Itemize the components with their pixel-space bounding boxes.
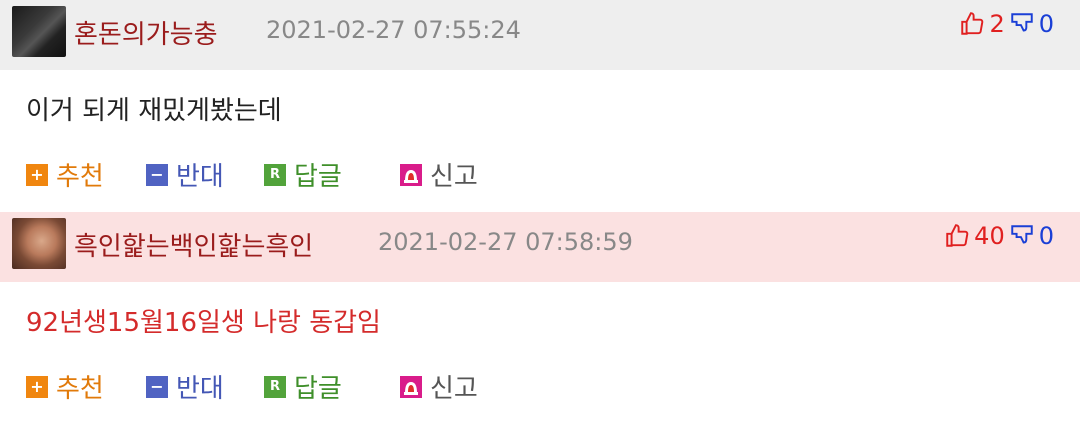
comment-text: 이거 되게 재밌게봤는데 xyxy=(26,96,282,126)
upvote[interactable]: 40 xyxy=(944,222,1005,250)
comment-body: 이거 되게 재밌게봤는데 xyxy=(0,70,1080,140)
plus-icon: + xyxy=(26,163,48,186)
comment-text: 92년생15월16일생 나랑 동갑임 xyxy=(26,308,381,338)
comment-date: 2021-02-27 07:58:59 xyxy=(378,228,633,256)
comment-date: 2021-02-27 07:55:24 xyxy=(266,16,521,44)
siren-icon xyxy=(400,375,422,398)
recommend-label: 추천 xyxy=(56,162,104,192)
reply-button[interactable]: R 답글 xyxy=(264,368,342,405)
downvote-count: 0 xyxy=(1038,10,1054,38)
recommend-button[interactable]: + 추천 xyxy=(26,368,104,405)
siren-icon xyxy=(400,163,422,186)
thumbs-up-icon xyxy=(961,12,984,35)
oppose-label: 반대 xyxy=(176,374,224,404)
minus-icon: − xyxy=(146,163,168,186)
vote-counts: 40 0 xyxy=(944,222,1054,250)
thumbs-down-icon xyxy=(1010,13,1033,32)
report-button[interactable]: 신고 xyxy=(400,368,478,405)
comment-header: 혼돈의가능충 2021-02-27 07:55:24 2 0 xyxy=(0,0,1080,70)
comment-actions: + 추천 − 반대 R 답글 신고 xyxy=(0,352,1080,424)
author-nickname[interactable]: 혼돈의가능충 xyxy=(74,14,218,51)
avatar[interactable] xyxy=(12,218,66,269)
minus-icon: − xyxy=(146,375,168,398)
upvote-count: 2 xyxy=(989,10,1005,38)
downvote[interactable]: 0 xyxy=(1009,222,1054,250)
reply-label: 답글 xyxy=(294,162,342,192)
comment-header: 흑인핥는백인핥는흑인 2021-02-27 07:58:59 40 0 xyxy=(0,212,1080,282)
oppose-button[interactable]: − 반대 xyxy=(146,156,224,193)
reply-button[interactable]: R 답글 xyxy=(264,156,342,193)
reply-label: 답글 xyxy=(294,374,342,404)
thumbs-up-icon xyxy=(946,224,969,247)
downvote-count: 0 xyxy=(1038,222,1054,250)
avatar[interactable] xyxy=(12,6,66,57)
recommend-button[interactable]: + 추천 xyxy=(26,156,104,193)
plus-icon: + xyxy=(26,375,48,398)
oppose-button[interactable]: − 반대 xyxy=(146,368,224,405)
vote-counts: 2 0 xyxy=(959,10,1054,38)
downvote[interactable]: 0 xyxy=(1009,10,1054,38)
report-button[interactable]: 신고 xyxy=(400,156,478,193)
recommend-label: 추천 xyxy=(56,374,104,404)
comment-actions: + 추천 − 반대 R 답글 신고 xyxy=(0,140,1080,212)
comment-item: 혼돈의가능충 2021-02-27 07:55:24 2 0 이거 되게 재밌게… xyxy=(0,0,1080,212)
upvote[interactable]: 2 xyxy=(959,10,1005,38)
upvote-count: 40 xyxy=(974,222,1005,250)
report-label: 신고 xyxy=(430,162,478,192)
reply-r-icon: R xyxy=(264,163,286,186)
author-nickname[interactable]: 흑인핥는백인핥는흑인 xyxy=(74,226,313,263)
report-label: 신고 xyxy=(430,374,478,404)
reply-r-icon: R xyxy=(264,375,286,398)
comment-item: 흑인핥는백인핥는흑인 2021-02-27 07:58:59 40 0 92년생… xyxy=(0,212,1080,424)
oppose-label: 반대 xyxy=(176,162,224,192)
comment-body: 92년생15월16일생 나랑 동갑임 xyxy=(0,282,1080,352)
thumbs-down-icon xyxy=(1010,225,1033,244)
